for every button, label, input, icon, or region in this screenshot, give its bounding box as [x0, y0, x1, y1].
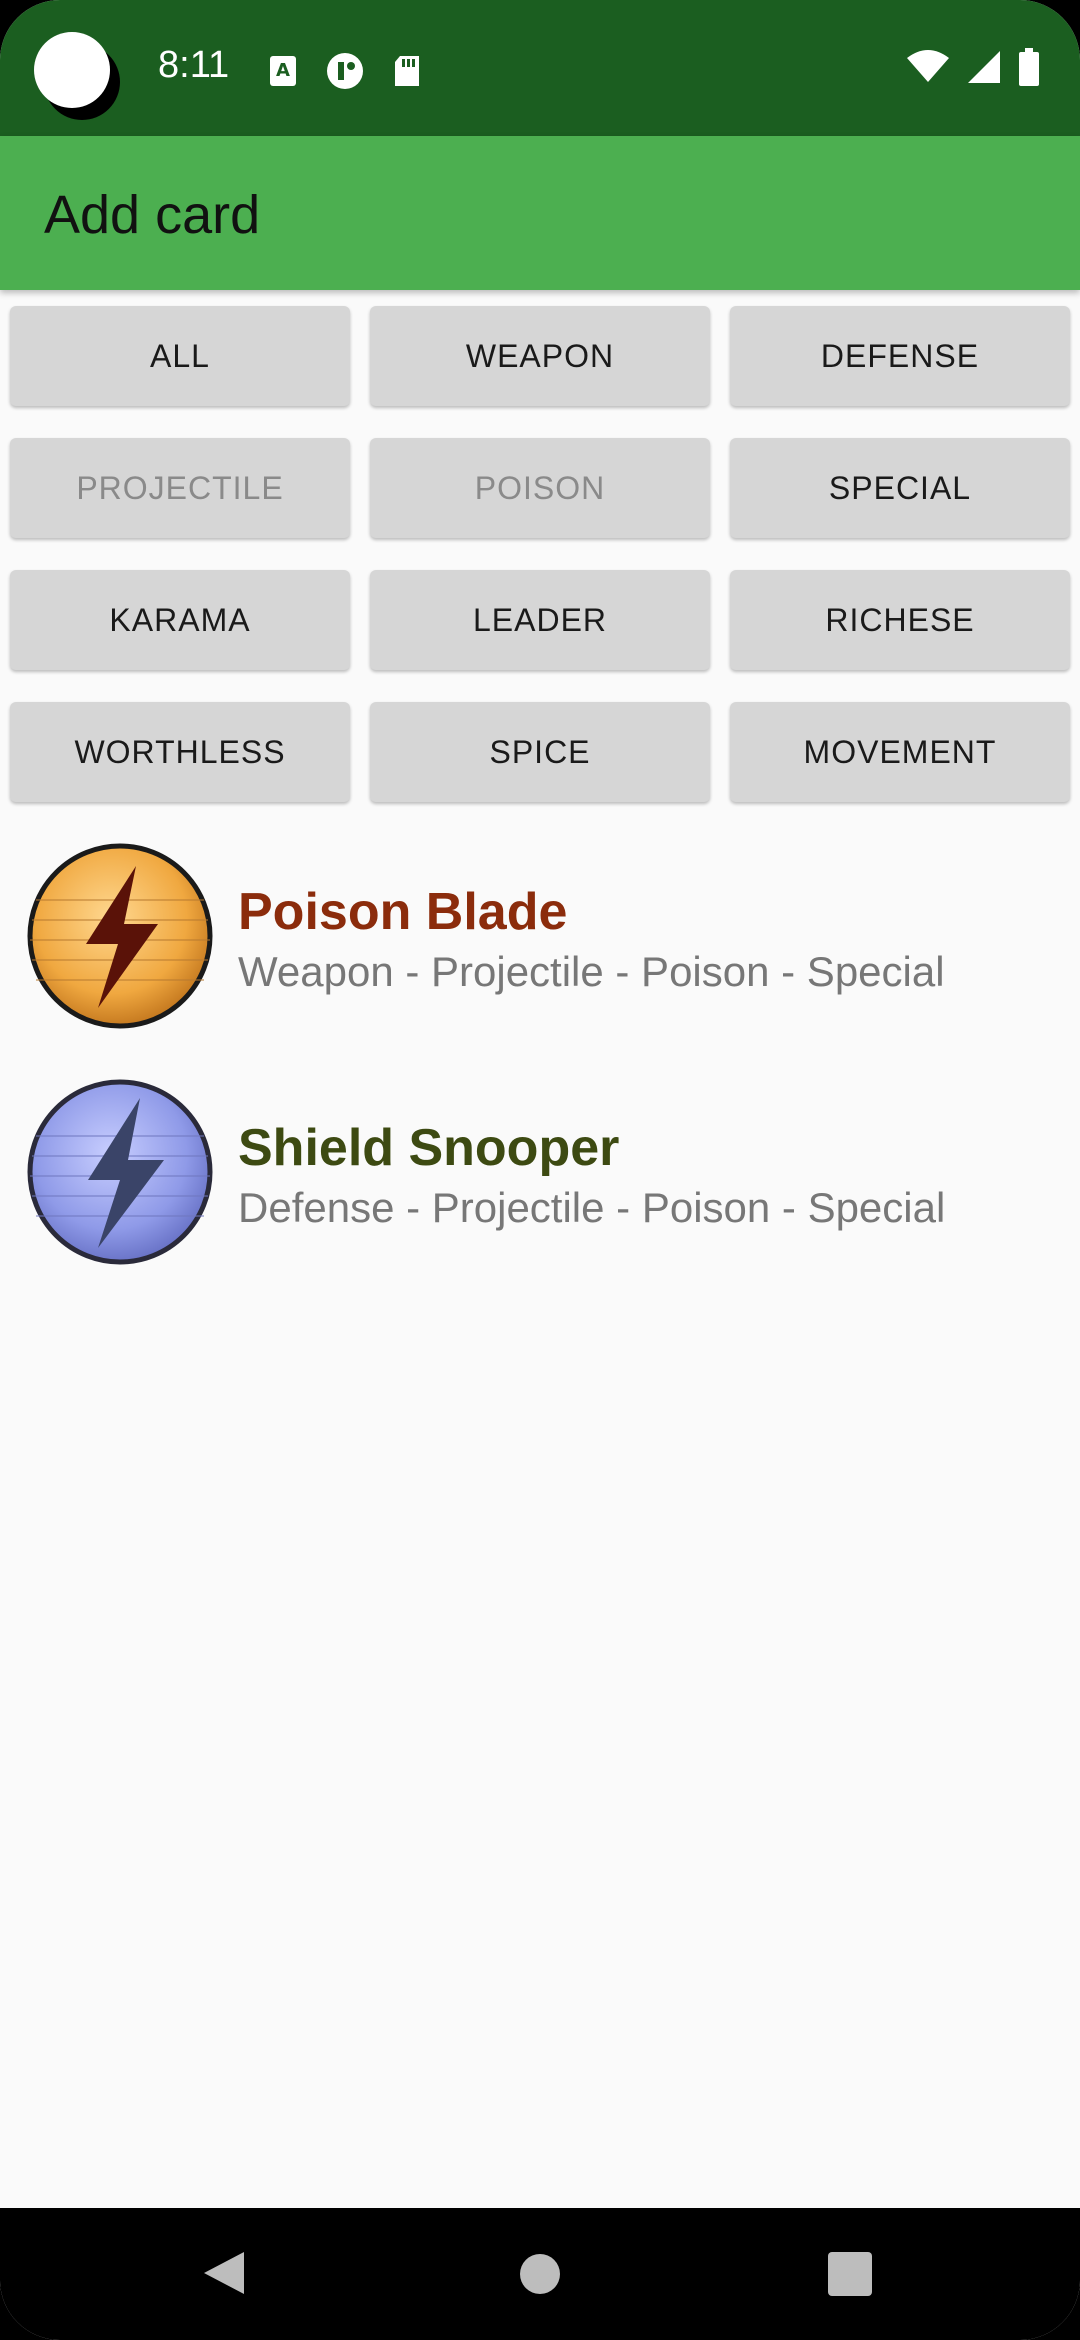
status-time: 8:11 [158, 44, 230, 86]
filter-defense-button[interactable]: DEFENSE [730, 306, 1070, 406]
filter-projectile-button[interactable]: PROJECTILE [10, 438, 350, 538]
filter-leader-button[interactable]: LEADER [370, 570, 710, 670]
status-system-icons [906, 48, 1040, 86]
navigation-bar [0, 2208, 1080, 2340]
signal-icon [968, 51, 1000, 83]
status-bar: 8:11 A [0, 0, 1080, 136]
filter-spice-button[interactable]: SPICE [370, 702, 710, 802]
home-icon[interactable] [520, 2254, 560, 2294]
card-name: Poison Blade [238, 883, 568, 941]
filter-worthless-button[interactable]: WORTHLESS [10, 702, 350, 802]
card-list: Poison Blade Weapon - Projectile - Poiso… [0, 830, 1080, 1302]
device-screen: 8:11 A Add card ALL WEAPON DEFENSE PROJE… [0, 0, 1080, 2340]
card-item-poison-blade[interactable]: Poison Blade Weapon - Projectile - Poiso… [0, 830, 1080, 1066]
back-icon[interactable] [200, 2248, 246, 2298]
lightning-defense-icon [27, 1079, 213, 1265]
app-notification-icon [327, 53, 363, 89]
filter-special-button[interactable]: SPECIAL [730, 438, 1070, 538]
filter-poison-button[interactable]: POISON [370, 438, 710, 538]
app-bar: Add card [0, 136, 1080, 290]
accessibility-icon: A [270, 56, 296, 86]
card-name: Shield Snooper [238, 1119, 620, 1177]
filter-weapon-button[interactable]: WEAPON [370, 306, 710, 406]
card-types: Defense - Projectile - Poison - Special [238, 1184, 946, 1231]
filter-all-button[interactable]: ALL [10, 306, 350, 406]
card-types: Weapon - Projectile - Poison - Special [238, 948, 945, 995]
card-item-shield-snooper[interactable]: Shield Snooper Defense - Projectile - Po… [0, 1066, 1080, 1302]
svg-text:A: A [276, 60, 290, 81]
filter-button-grid: ALL WEAPON DEFENSE PROJECTILE POISON SPE… [10, 306, 1070, 802]
sd-card-icon [395, 56, 419, 86]
wifi-icon [907, 50, 949, 82]
recents-icon[interactable] [828, 2252, 872, 2296]
battery-icon [1019, 48, 1039, 86]
filter-richese-button[interactable]: RICHESE [730, 570, 1070, 670]
filter-movement-button[interactable]: MOVEMENT [730, 702, 1070, 802]
camera-cutout [34, 32, 110, 108]
lightning-weapon-icon [27, 843, 213, 1029]
status-notification-icons: A [268, 52, 422, 90]
page-title: Add card [44, 185, 261, 245]
filter-karama-button[interactable]: KARAMA [10, 570, 350, 670]
